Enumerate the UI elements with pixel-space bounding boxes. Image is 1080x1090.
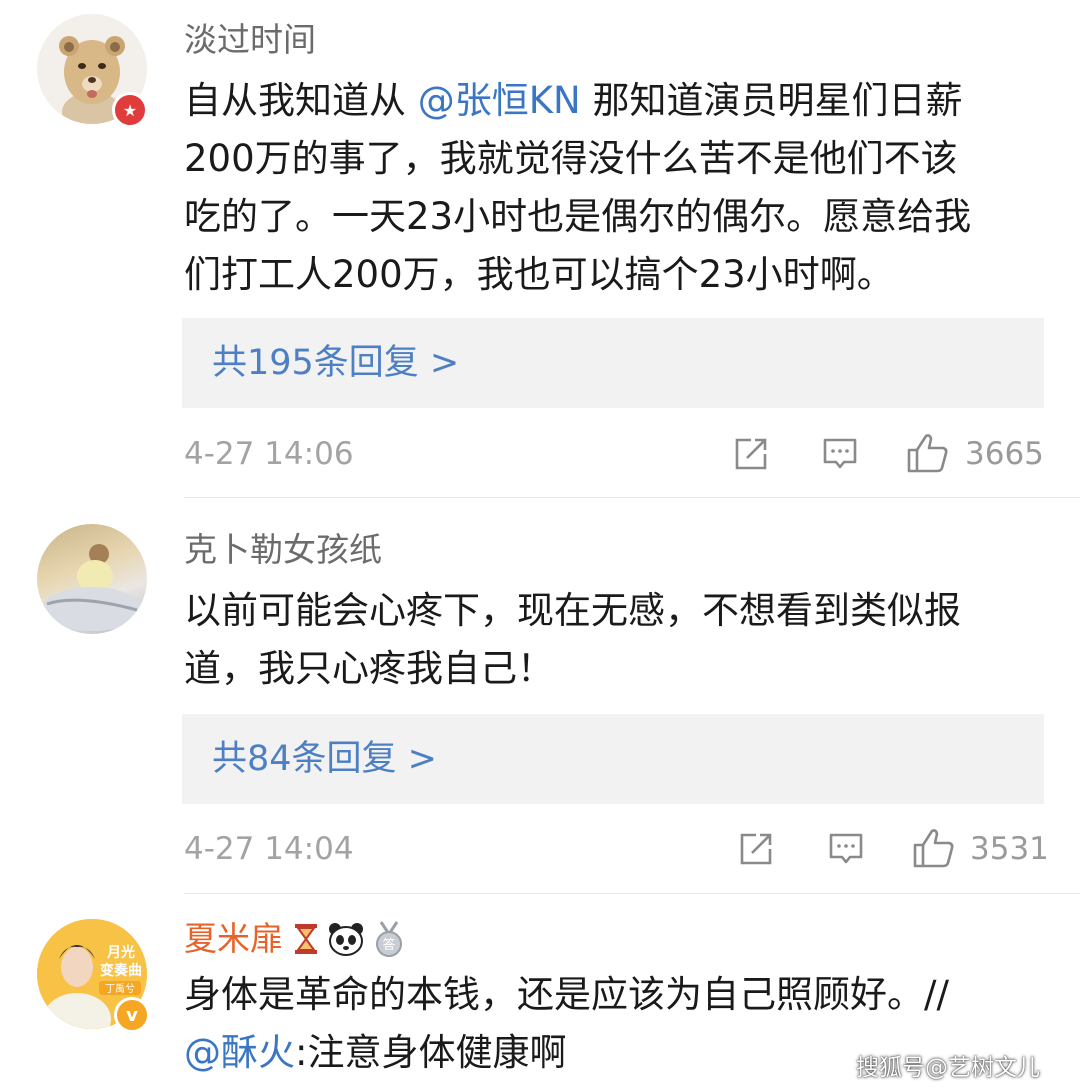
comment-text-line: 200万的事了，我就觉得没什么苦不是他们不该	[184, 137, 958, 180]
comment-text-line: 那知道演员明星们日薪	[592, 79, 963, 122]
avatar-text: 变奏曲	[100, 962, 142, 979]
comment-item: 克卜勒女孩纸 以前可能会心疼下，现在无感，不想看到类似报 道，我只心疼我自己！ …	[0, 498, 1080, 894]
panda-badge-icon	[329, 923, 363, 956]
medal-badge-icon: 答	[376, 921, 402, 957]
timestamp: 4-27 14:04	[184, 831, 354, 867]
avatar-text: 月光	[106, 944, 135, 961]
comment-text-line: 们打工人200万，我也可以搞个23小时啊。	[184, 253, 894, 296]
mention-link[interactable]: @张恒KN	[418, 79, 581, 122]
comment-text: 自从我知道从 @张恒KN 那知道演员明星们日薪 200万的事了，我就觉得没什么苦…	[184, 72, 971, 304]
share-icon[interactable]	[738, 831, 774, 867]
svg-text:丁禹兮: 丁禹兮	[105, 982, 135, 995]
watermark: 搜狐号@艺树文儿	[856, 1055, 1040, 1081]
username[interactable]: 淡过时间	[184, 20, 316, 60]
comment-text-line: 道，我只心疼我自己！	[184, 647, 554, 690]
comment-text-line: :注意身体健康啊	[295, 1031, 567, 1074]
verified-badge: v	[114, 997, 150, 1033]
username[interactable]: 夏米扉	[184, 919, 283, 959]
comment-icon[interactable]	[828, 831, 864, 867]
like-icon[interactable]	[906, 432, 950, 474]
svg-text:答: 答	[382, 937, 395, 953]
username[interactable]: 克卜勒女孩纸	[184, 530, 382, 570]
reply-box[interactable]: 共84条回复 >	[182, 714, 1044, 804]
comment-text-line: 以前可能会心疼下，现在无感，不想看到类似报	[184, 589, 961, 632]
username-row: 夏米扉 答	[184, 919, 407, 959]
avatar-photo	[42, 544, 142, 631]
verified-badge: ★	[112, 92, 148, 128]
comment-text-line: 身体是革命的本钱，还是应该为自己照顾好。//	[184, 973, 949, 1016]
like-count: 3531	[970, 831, 1049, 867]
view-replies-link[interactable]: 共84条回复 >	[212, 736, 437, 782]
mention-link[interactable]: @酥火	[184, 1031, 295, 1074]
like-icon[interactable]	[912, 827, 956, 869]
comment-text-line: 自从我知道从	[184, 79, 418, 122]
comment-icon[interactable]	[822, 436, 858, 472]
view-replies-link[interactable]: 共195条回复 >	[212, 340, 459, 386]
comment-text: 身体是革命的本钱，还是应该为自己照顾好。// @酥火:注意身体健康啊	[184, 966, 949, 1082]
share-icon[interactable]	[733, 436, 769, 472]
comment-text-line: 吃的了。一天23小时也是偶尔的偶尔。愿意给我	[184, 195, 972, 238]
timestamp: 4-27 14:06	[184, 436, 354, 472]
avatar[interactable]	[37, 524, 147, 634]
comment-text: 以前可能会心疼下，现在无感，不想看到类似报 道，我只心疼我自己！	[184, 582, 961, 698]
like-count: 3665	[965, 436, 1044, 472]
comment-item: ★ 淡过时间 自从我知道从 @张恒KN 那知道演员明星们日薪 200万的事了，我…	[0, 0, 1080, 498]
reply-box[interactable]: 共195条回复 >	[182, 318, 1044, 408]
hourglass-badge-icon	[295, 924, 317, 954]
